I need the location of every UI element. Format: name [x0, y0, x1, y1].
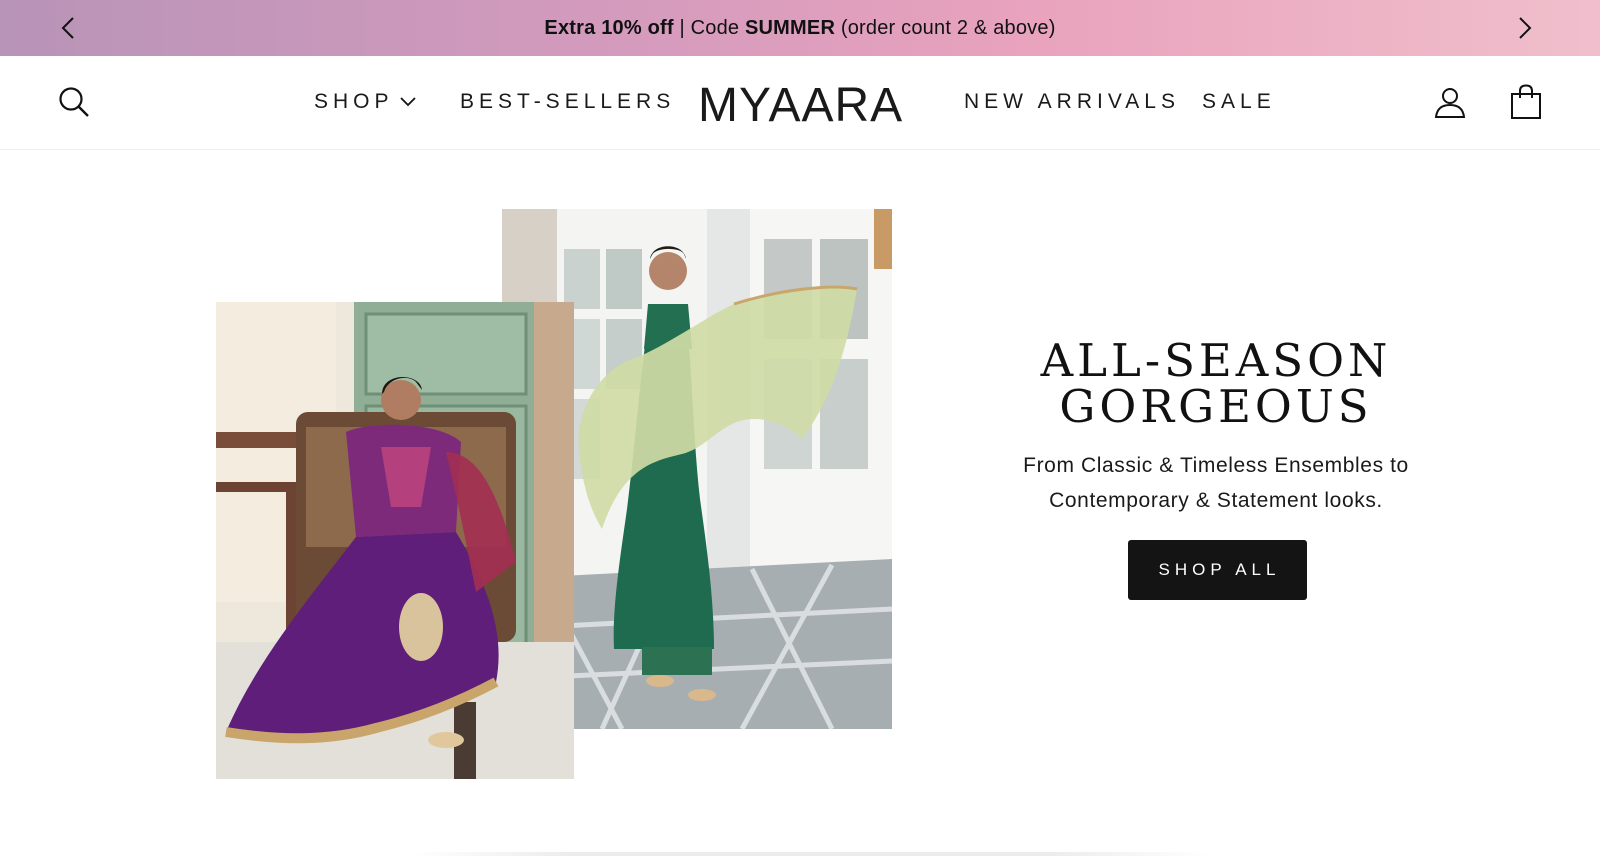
nav-shop-label: SHOP	[314, 90, 394, 113]
account-icon	[1434, 88, 1466, 118]
nav-shop[interactable]: SHOP	[314, 90, 416, 114]
site-header: SHOP BEST-SELLERS MYAARA NEW ARRIVALS SA…	[0, 56, 1600, 150]
hero-subtitle: From Classic & Timeless Ensembles to Con…	[996, 448, 1436, 518]
hero-title: ALL-SEASON GORGEOUS	[1000, 338, 1432, 430]
hero-subtitle-line-2: Contemporary & Statement looks.	[1049, 489, 1383, 512]
nav-best-sellers[interactable]: BEST-SELLERS	[460, 90, 675, 114]
announcement-offer: Extra 10% off	[544, 16, 674, 39]
chevron-left-icon	[61, 17, 74, 39]
search-icon	[59, 87, 89, 117]
announcement-code-label: | Code	[673, 16, 745, 39]
site-logo[interactable]: MYAARA	[698, 78, 903, 132]
section-divider	[410, 852, 1210, 856]
hero-image-purple-lehenga	[216, 302, 574, 779]
next-announcement-button[interactable]	[1509, 12, 1541, 44]
previous-announcement-button[interactable]	[52, 12, 84, 44]
nav-sale[interactable]: SALE	[1202, 90, 1276, 114]
account-button[interactable]	[1432, 84, 1468, 120]
announcement-code: SUMMER	[745, 16, 836, 39]
announcement-bar: Extra 10% off | Code SUMMER (order count…	[0, 0, 1600, 56]
hero-title-line-2: GORGEOUS	[1059, 380, 1373, 433]
hero-subtitle-line-1: From Classic & Timeless Ensembles to	[1023, 454, 1409, 477]
search-button[interactable]	[56, 84, 92, 120]
purple-outfit-photo	[216, 302, 574, 779]
shopping-bag-icon	[1511, 84, 1541, 119]
cart-button[interactable]	[1508, 82, 1544, 122]
nav-new-arrivals[interactable]: NEW ARRIVALS	[964, 90, 1180, 114]
chevron-right-icon	[1519, 17, 1532, 39]
chevron-down-icon	[399, 97, 416, 107]
announcement-condition: (order count 2 & above)	[835, 16, 1056, 39]
shop-all-button[interactable]: SHOP ALL	[1128, 540, 1307, 600]
announcement-text[interactable]: Extra 10% off | Code SUMMER (order count…	[544, 17, 1055, 40]
hero-title-line-1: ALL-SEASON	[1040, 334, 1392, 387]
